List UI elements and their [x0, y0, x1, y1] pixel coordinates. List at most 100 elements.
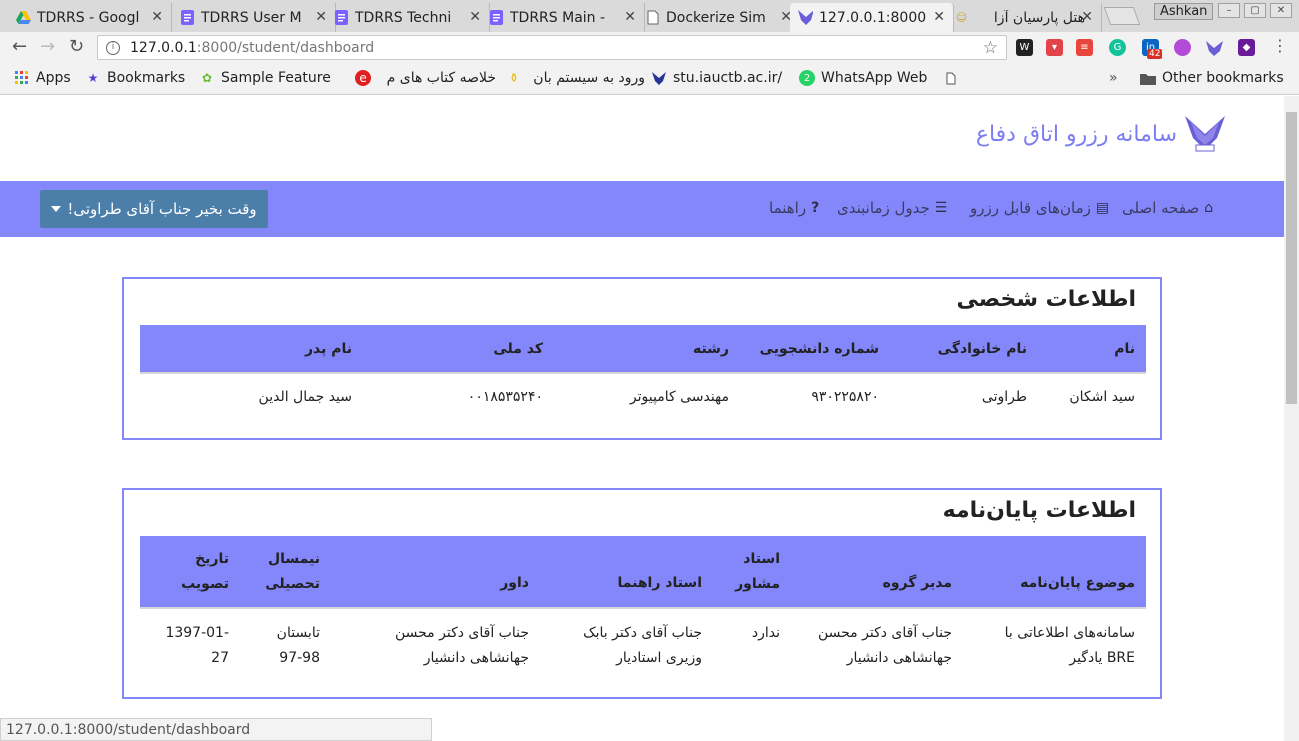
browser-tab[interactable]: TDRRS User M ✕	[172, 3, 336, 32]
bookmark-bank[interactable]: ورود به سیستم بان ⚱	[500, 70, 645, 86]
column-header: استاد راهنما	[540, 536, 713, 609]
bookmark-bookmarks[interactable]: ★ Bookmarks	[85, 70, 186, 86]
bookmark-apps[interactable]: Apps	[14, 70, 71, 86]
url-host: 127.0.0.1	[130, 39, 197, 56]
menu-kebab-icon[interactable]: ⋮	[1272, 36, 1288, 55]
nav-help[interactable]: ? راهنما	[769, 199, 819, 217]
maximize-button[interactable]: ▢	[1244, 3, 1266, 18]
url-path: :8000/student/dashboard	[196, 39, 375, 56]
apps-grid-icon	[14, 70, 30, 86]
question-icon: ?	[811, 200, 820, 216]
bookmark-label: stu.iauctb.ac.ir/	[673, 70, 783, 86]
thesis-info-card: اطلاعات پایان‌نامه موضوع پایان‌نامه مدیر…	[122, 488, 1162, 699]
table-header-row: نام نام خانوادگی شماره دانشجویی رشته کد …	[140, 325, 1146, 374]
bookmark-whatsapp[interactable]: 2 WhatsApp Web	[799, 70, 927, 86]
table-cell: 1397-01-27	[165, 624, 229, 666]
column-header: کد ملی	[363, 325, 554, 374]
todoist-icon[interactable]: ≡	[1076, 39, 1093, 56]
browser-tab[interactable]: TDRRS Techni ✕	[326, 3, 490, 32]
tab-title: TDRRS Techni	[355, 9, 452, 26]
tab-title: 127.0.0.1:8000	[819, 9, 927, 26]
table-cell: تابستان 98-97	[276, 624, 320, 666]
table-row: سید اشکان طراوتی ۹۳۰۲۲۵۸۲۰ مهندسی کامپیو…	[140, 373, 1146, 421]
cube-extension-icon[interactable]: ◆	[1238, 39, 1255, 56]
caret-down-icon	[51, 206, 62, 212]
tab-title: هتل پارسیان آزا	[993, 9, 1085, 26]
university-logo-icon	[651, 70, 667, 86]
bookmark-sample-feature[interactable]: ✿ Sample Feature I	[199, 70, 333, 86]
site-brand[interactable]: سامانه رزرو اتاق دفاع	[976, 112, 1227, 156]
university-extension-icon[interactable]	[1206, 39, 1223, 56]
browser-tab[interactable]: Dockerize Sim ✕	[637, 3, 801, 32]
browser-tab[interactable]: TDRRS Main - ✕	[481, 3, 645, 32]
forward-arrow-icon[interactable]: →	[40, 36, 55, 57]
pocket-icon[interactable]: ▾	[1046, 39, 1063, 56]
new-tab-button[interactable]	[1103, 7, 1141, 25]
table-row: سامانه‌های اطلاعاتی با BRE یادگیر جناب آ…	[140, 608, 1146, 682]
reload-icon[interactable]: ↻	[69, 36, 84, 57]
color-extension-icon[interactable]	[1174, 39, 1191, 56]
star-icon: ★	[87, 71, 99, 85]
bookmark-label: خلاصه کتاب های م	[386, 70, 496, 86]
browser-tab[interactable]: TDRRS - Googl ✕	[8, 3, 172, 32]
minimize-button[interactable]: –	[1218, 3, 1240, 18]
info-icon[interactable]: i	[106, 40, 120, 55]
page-scrollbar[interactable]	[1284, 96, 1299, 741]
close-window-button[interactable]: ✕	[1270, 3, 1292, 18]
nav-available-times[interactable]: ▤ زمان‌های قابل رزرو	[970, 199, 1109, 217]
table-cell: طراوتی	[981, 389, 1027, 405]
bookmarks-bar: Apps ★ Bookmarks ✿ Sample Feature I خلاص…	[0, 63, 1299, 95]
other-bookmarks[interactable]: Other bookmarks	[1140, 70, 1284, 86]
column-header: نام	[1038, 325, 1146, 374]
bookmark-blank[interactable]	[943, 70, 965, 86]
table-cell: ۰۰۱۸۵۳۵۲۴۰	[467, 389, 543, 405]
scrollbar-thumb[interactable]	[1286, 112, 1297, 404]
user-dropdown-button[interactable]: وقت بخیر جناب آقای طراوتی!	[40, 190, 268, 228]
more-bookmarks-chevron[interactable]: »	[1109, 70, 1118, 86]
table-cell: مهندسی کامپیوتر	[629, 389, 729, 405]
page-icon	[943, 70, 959, 86]
bookmark-stu-iauctb[interactable]: stu.iauctb.ac.ir/	[651, 70, 783, 86]
personal-info-table: نام نام خانوادگی شماره دانشجویی رشته کد …	[140, 325, 1146, 421]
university-logo-icon	[798, 10, 813, 25]
nav-home[interactable]: ⌂ صفحه اصلی	[1122, 199, 1213, 217]
nav-label: راهنما	[769, 199, 807, 217]
bookmark-star-icon[interactable]: ☆	[983, 38, 998, 58]
table-header-row: موضوع پایان‌نامه مدیر گروه استاد مشاور ا…	[140, 536, 1146, 609]
nav-label: صفحه اصلی	[1122, 199, 1200, 217]
back-arrow-icon[interactable]: ←	[12, 36, 27, 57]
table-cell: سامانه‌های اطلاعاتی با BRE یادگیر	[1004, 624, 1135, 666]
column-header: موضوع پایان‌نامه	[963, 536, 1146, 609]
google-docs-icon	[489, 10, 504, 25]
extension-badge: 42	[1147, 49, 1163, 59]
table-cell: جناب آقای دکتر محسن جهانشاهی دانشیار	[394, 624, 529, 666]
bookmark-label: Apps	[36, 70, 71, 86]
bookmark-ketab[interactable]: خلاصه کتاب های م e	[349, 70, 496, 86]
site-title: سامانه رزرو اتاق دفاع	[975, 121, 1177, 147]
table-cell: ۹۳۰۲۲۵۸۲۰	[811, 389, 879, 405]
bookmark-label: Sample Feature I	[221, 70, 333, 86]
browser-tab-active[interactable]: 127.0.0.1:8000 ✕	[790, 3, 954, 32]
grammarly-icon[interactable]: G	[1109, 39, 1126, 56]
profile-button[interactable]: Ashkan	[1154, 3, 1214, 20]
nav-label: جدول زمانبندی	[837, 199, 930, 217]
google-docs-icon	[334, 10, 349, 25]
personal-info-title: اطلاعات شخصی	[956, 287, 1136, 312]
close-tab-icon[interactable]: ✕	[624, 9, 636, 25]
close-tab-icon[interactable]: ✕	[151, 9, 163, 25]
browser-tab[interactable]: ☺ هتل پارسیان آزا ✕	[946, 3, 1102, 32]
home-icon: ⌂	[1204, 200, 1214, 216]
column-header: داور	[331, 536, 540, 609]
close-tab-icon[interactable]: ✕	[1081, 9, 1093, 25]
column-header: نام خانوادگی	[890, 325, 1038, 374]
close-tab-icon[interactable]: ✕	[933, 9, 945, 25]
browser-toolbar: ← → ↻ i 127.0.0.1:8000/student/dashboard…	[0, 32, 1299, 63]
bookmark-label: ورود به سیستم بان	[533, 70, 645, 86]
close-tab-icon[interactable]: ✕	[469, 9, 481, 25]
nav-schedule[interactable]: ☰ جدول زمانبندی	[837, 199, 947, 217]
personal-info-card: اطلاعات شخصی نام نام خانوادگی شماره دانش…	[122, 277, 1162, 440]
google-docs-icon	[180, 10, 195, 25]
address-bar[interactable]: i 127.0.0.1:8000/student/dashboard ☆	[97, 35, 1007, 60]
extension-w-icon[interactable]: W	[1016, 39, 1033, 56]
university-logo-icon	[1183, 112, 1227, 156]
